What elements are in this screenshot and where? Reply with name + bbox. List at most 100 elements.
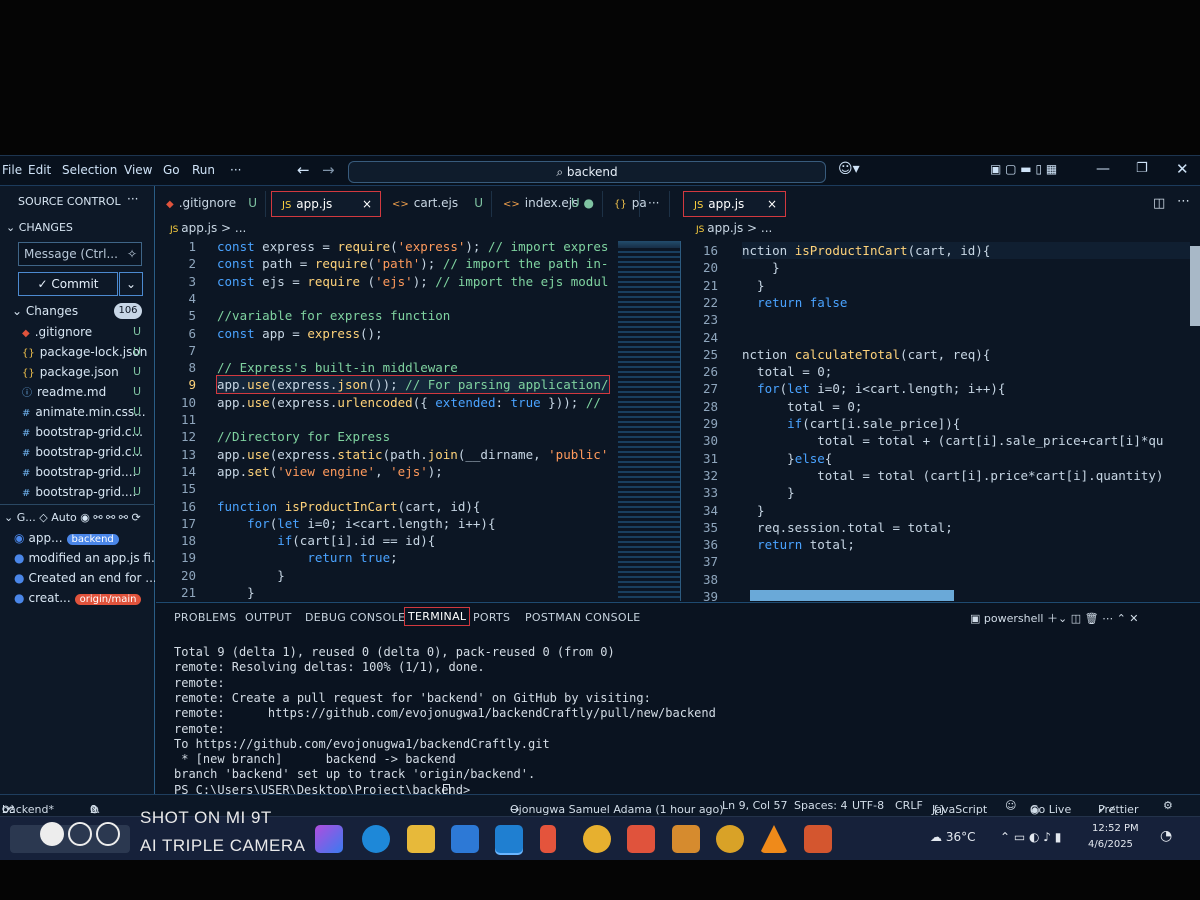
editor-tab-right[interactable]: JS app.js × — [683, 191, 786, 217]
panel-tab-problems[interactable]: PROBLEMS — [174, 611, 236, 624]
code-line[interactable]: req.session.total = total; — [742, 519, 1190, 536]
code-line[interactable]: } — [742, 502, 1190, 519]
minimap-left[interactable] — [618, 241, 680, 601]
code-line[interactable]: }else{ — [742, 450, 1190, 467]
menu-view[interactable]: View — [124, 163, 152, 177]
code-line[interactable] — [217, 342, 609, 359]
sparkle-icon[interactable]: ✧ — [127, 243, 137, 265]
sidebar-file-item[interactable]: # bootstrap-grid.c... U — [22, 422, 155, 442]
code-line[interactable]: //Directory for Express — [217, 428, 609, 445]
breadcrumb-right[interactable]: JS app.js > ... — [696, 221, 772, 235]
breadcrumb-left[interactable]: JS app.js > ... — [170, 221, 246, 235]
panel-tab-postman-console[interactable]: POSTMAN CONSOLE — [525, 611, 641, 624]
commit-dropdown-button[interactable]: ⌄ — [119, 272, 143, 296]
close-panel-icon[interactable]: ✕ — [1129, 612, 1138, 625]
file-explorer-icon[interactable] — [407, 825, 435, 853]
git-app-icon[interactable] — [627, 825, 655, 853]
more-actions-icon[interactable]: ⋯ — [1177, 194, 1190, 209]
menu-more[interactable]: ··· — [230, 163, 241, 177]
outlook-icon[interactable] — [451, 825, 479, 853]
split-terminal-icon[interactable]: ◫ — [1071, 612, 1081, 625]
code-line[interactable]: function isProductInCart(cart, id){ — [217, 498, 609, 515]
archive-app-icon[interactable] — [672, 825, 700, 853]
menu-go[interactable]: Go — [163, 163, 180, 177]
editor-tab[interactable]: {} pa — [604, 191, 647, 217]
line-ending[interactable]: CRLF — [895, 799, 923, 812]
horizontal-scrollbar-right[interactable] — [750, 590, 954, 601]
tab-overflow-button[interactable]: ··· — [640, 191, 670, 217]
commit-graph-item[interactable]: ◉ app... backend — [14, 528, 155, 548]
panel-tab-terminal[interactable]: TERMINAL — [404, 607, 471, 626]
code-line[interactable] — [742, 553, 1190, 570]
code-line[interactable] — [742, 329, 1190, 346]
panel-tab-ports[interactable]: PORTS — [473, 611, 510, 624]
sync-icon[interactable]: ⟳ — [2, 803, 11, 816]
code-line[interactable] — [217, 411, 609, 428]
maximize-panel-icon[interactable]: ⌃ — [1117, 612, 1126, 625]
chrome-icon[interactable] — [583, 825, 611, 853]
menu-selection[interactable]: Selection — [62, 163, 117, 177]
code-line[interactable]: return false — [742, 294, 1190, 311]
add-terminal-icon[interactable]: ＋⌄ — [1047, 612, 1067, 625]
weather-widget[interactable]: ☁ 36°C — [930, 830, 975, 844]
minimize-icon[interactable]: — — [1096, 161, 1110, 177]
code-line[interactable]: total = 0; — [742, 363, 1190, 380]
indentation[interactable]: Spaces: 4 — [794, 799, 847, 812]
code-line[interactable]: for(let i=0; i<cart.length; i++){ — [217, 515, 609, 532]
code-line[interactable] — [742, 311, 1190, 328]
code-line[interactable]: const app = express(); — [217, 325, 609, 342]
panel-tab-debug-console[interactable]: DEBUG CONSOLE — [305, 611, 405, 624]
more-icon[interactable]: ··· — [127, 192, 138, 206]
vscode-icon[interactable] — [495, 825, 523, 853]
sidebar-file-item[interactable]: # bootstrap-grid.... U — [22, 482, 155, 502]
code-line[interactable] — [742, 571, 1190, 588]
code-line[interactable]: // Express's built-in middleware — [217, 359, 609, 376]
code-line[interactable]: app.set('view engine', 'ejs'); — [217, 463, 609, 480]
panel-tab-output[interactable]: OUTPUT — [245, 611, 292, 624]
menu-file[interactable]: File — [2, 163, 22, 177]
split-editor-icon[interactable]: ◫ — [1153, 196, 1165, 211]
code-line[interactable] — [217, 480, 609, 497]
more-icon[interactable]: ⋯ — [1102, 612, 1113, 625]
layout-controls-icon[interactable]: ▣ ▢ ▬ ▯ ▦ — [990, 162, 1057, 176]
figma-icon[interactable] — [540, 825, 556, 853]
menu-run[interactable]: Run — [192, 163, 215, 177]
sidebar-file-item[interactable]: # animate.min.css... U — [22, 402, 155, 422]
vlc-icon[interactable] — [760, 825, 788, 853]
code-line[interactable]: nction isProductInCart(cart, id){ — [742, 242, 1190, 259]
graph-actions-icon[interactable]: ◉ ⚯ ⚯ ⚯ ⟳ — [80, 511, 140, 524]
scrollbar-thumb-right[interactable] — [1190, 246, 1200, 326]
app-icon-yellow[interactable] — [716, 825, 744, 853]
code-line[interactable]: for(let i=0; i<cart.length; i++){ — [742, 380, 1190, 397]
code-line[interactable]: nction calculateTotal(cart, req){ — [742, 346, 1190, 363]
commit-graph-item[interactable]: ● modified an app.js fi... — [14, 548, 155, 568]
editor-tab[interactable]: ◆ .gitignore U — [156, 191, 266, 217]
code-line[interactable]: total = total (cart[i].price*cart[i].qua… — [742, 467, 1190, 484]
code-line[interactable]: app.use(express.static(path.join(__dirna… — [217, 446, 609, 463]
clock-time[interactable]: 12:52 PM — [1092, 823, 1139, 834]
editor-tab[interactable]: <> cart.ejs U — [382, 191, 492, 217]
code-line[interactable]: } — [742, 277, 1190, 294]
command-search-box[interactable]: ⌕ backend — [348, 161, 826, 183]
menu-edit[interactable]: Edit — [28, 163, 51, 177]
sidebar-file-item[interactable]: # bootstrap-grid.c... U — [22, 442, 155, 462]
code-line[interactable]: if(cart[i.sale_price]){ — [742, 415, 1190, 432]
code-line[interactable]: app.use(express.urlencoded({ extended: t… — [217, 394, 609, 411]
code-line[interactable]: } — [217, 567, 609, 584]
sidebar-file-item[interactable]: # bootstrap-grid.... U — [22, 462, 155, 482]
code-line[interactable]: //variable for express function — [217, 307, 609, 324]
code-line[interactable]: return true; — [217, 549, 609, 566]
commit-graph-item[interactable]: ● Created an end for ... — [14, 568, 155, 588]
edge-browser-icon[interactable] — [362, 825, 390, 853]
encoding[interactable]: UTF-8 — [852, 799, 884, 812]
git-client-icon[interactable] — [804, 825, 832, 853]
cursor-position[interactable]: Ln 9, Col 57 — [722, 799, 788, 812]
code-line[interactable]: app.use(express.json()); // For parsing … — [216, 375, 610, 395]
commit-button[interactable]: ✓ Commit — [18, 272, 118, 296]
changes-group[interactable]: ⌄ Changes — [12, 301, 167, 321]
notifications-bell-icon[interactable]: ⚙ — [1163, 799, 1173, 812]
code-line[interactable] — [217, 290, 609, 307]
editor-tab[interactable]: JS app.js × — [271, 191, 381, 217]
code-line[interactable]: return total; — [742, 536, 1190, 553]
code-line[interactable]: const path = require('path'); // import … — [217, 255, 609, 272]
